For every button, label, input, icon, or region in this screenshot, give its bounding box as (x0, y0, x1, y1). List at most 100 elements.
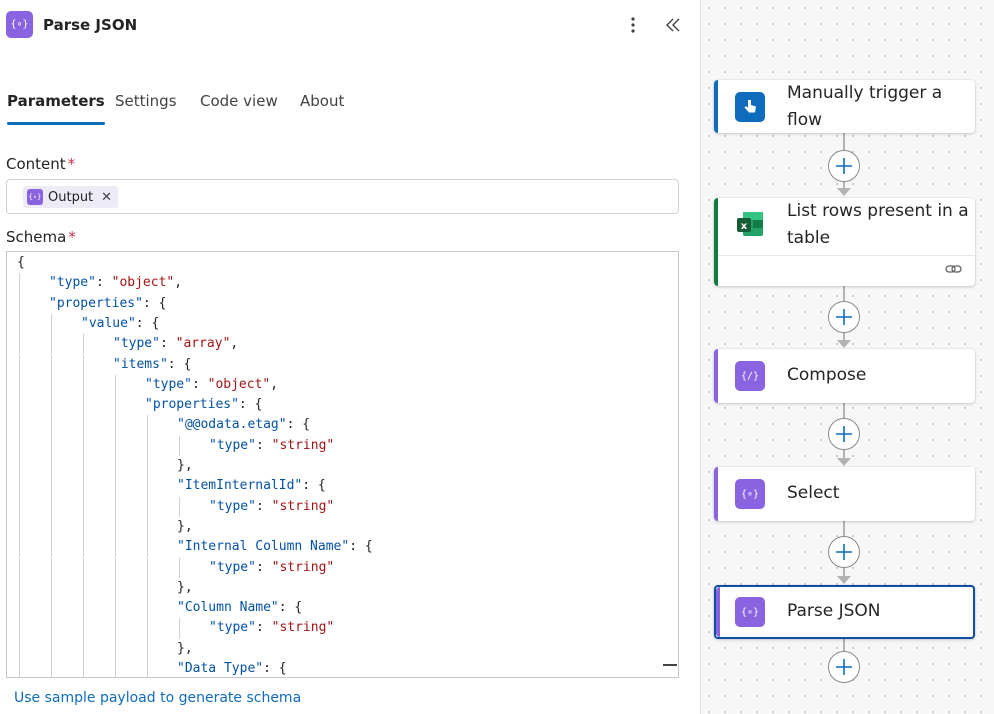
code-token: "type" (209, 559, 256, 575)
indent-guide (115, 456, 116, 477)
code-token: "type" (209, 498, 256, 514)
code-token: : { (349, 539, 373, 555)
indent-guide (115, 659, 116, 677)
indent-guide (115, 435, 116, 456)
code-token: }, (177, 579, 193, 595)
code-token: "properties" (145, 397, 239, 413)
collapse-panel-button[interactable] (660, 12, 686, 38)
indent-guide (51, 496, 52, 517)
add-step-button[interactable] (828, 301, 860, 333)
schema-editor[interactable]: {"type": "object", "properties": {"value"… (6, 251, 679, 678)
schema-code-line: "type": "object", (145, 375, 278, 395)
code-token: : (255, 437, 272, 453)
flow-step-parse-json[interactable]: {∘} Parse JSON (714, 585, 975, 639)
indent-guide (19, 354, 20, 375)
schema-code-line: "ItemInternalId": { (177, 476, 326, 496)
indent-guide (115, 476, 116, 497)
indent-guide (19, 313, 20, 335)
code-token: "type" (49, 275, 96, 291)
indent-guide (51, 415, 52, 436)
code-token: : { (278, 600, 303, 616)
link-icon[interactable] (945, 261, 963, 280)
schema-code-line: }, (177, 578, 193, 598)
connector-arrow (837, 458, 851, 466)
required-marker: * (68, 228, 76, 246)
flow-step-select[interactable]: {∘} Select (714, 467, 975, 521)
schema-label-text: Schema (6, 228, 67, 246)
flow-step-list-rows[interactable]: x List rows present in a table (714, 198, 975, 286)
panel-header: {∘} Parse JSON (0, 0, 700, 50)
indent-guide (115, 557, 116, 578)
indent-guide (51, 456, 52, 477)
indent-guide (51, 659, 52, 677)
content-input[interactable]: {∘} Output ✕ (6, 179, 679, 214)
step-accent-bar (714, 198, 718, 286)
indent-guide (115, 577, 116, 599)
code-token: : (255, 498, 272, 514)
indent-guide (51, 354, 52, 375)
indent-guide (19, 374, 20, 396)
token-label: Output (48, 189, 94, 205)
step-accent-bar (714, 467, 718, 521)
tab-parameters[interactable]: Parameters (7, 92, 105, 125)
indent-guide (19, 618, 20, 639)
code-token: "type" (145, 376, 192, 392)
add-step-button[interactable] (828, 651, 860, 683)
indent-guide (19, 598, 20, 619)
plus-icon (836, 426, 852, 442)
tab-settings[interactable]: Settings (115, 92, 177, 122)
required-marker: * (67, 155, 76, 173)
indent-guide (51, 313, 52, 335)
scrollbar-thumb[interactable] (663, 664, 677, 666)
schema-label: Schema * (6, 228, 76, 246)
curly-braces-icon: {∘} (735, 597, 765, 627)
indent-guide (147, 435, 148, 456)
indent-guide (51, 395, 52, 416)
indent-guide (83, 456, 84, 477)
flow-step-manual-trigger[interactable]: Manually trigger a flow (714, 80, 975, 133)
code-token: "items" (113, 356, 168, 372)
indent-guide (147, 456, 148, 477)
plus-icon (836, 659, 852, 675)
card-divider (718, 255, 975, 256)
indent-guide (115, 598, 116, 619)
excel-icon: x (735, 209, 765, 239)
output-token[interactable]: {∘} Output ✕ (23, 186, 119, 208)
indent-guide (19, 638, 20, 659)
code-token: : { (142, 295, 167, 311)
indent-guide (179, 496, 180, 517)
code-token: , (174, 275, 183, 291)
connector-arrow (837, 340, 851, 348)
add-step-button[interactable] (828, 536, 860, 568)
schema-code-line: "Column Name": { (177, 598, 302, 618)
flow-step-compose[interactable]: {∕} Compose (714, 349, 975, 403)
curly-braces-icon: {∘} (6, 11, 33, 38)
schema-code-line: "properties": { (49, 294, 166, 314)
indent-guide (51, 618, 52, 639)
step-title: Manually trigger a (787, 83, 943, 103)
indent-guide (51, 374, 52, 396)
indent-guide (19, 557, 20, 578)
tab-about[interactable]: About (300, 92, 344, 122)
svg-text:x: x (741, 221, 748, 232)
indent-guide (51, 537, 52, 558)
code-token: }, (177, 640, 193, 656)
code-token: "string" (271, 620, 335, 636)
step-title: Parse JSON (787, 601, 881, 621)
sample-payload-link[interactable]: Use sample payload to generate schema (14, 690, 301, 706)
code-token: "Data Type" (177, 661, 264, 676)
add-step-button[interactable] (828, 150, 860, 182)
step-title-line2: flow (787, 110, 823, 130)
step-title: Compose (787, 365, 867, 385)
content-label: Content * (6, 155, 75, 173)
more-options-button[interactable] (620, 12, 646, 38)
indent-guide (51, 476, 52, 497)
indent-guide (147, 618, 148, 639)
code-token: : { (263, 661, 287, 676)
tab-code-view[interactable]: Code view (200, 92, 278, 122)
connector-line (843, 639, 845, 651)
add-step-button[interactable] (828, 418, 860, 450)
remove-token-icon[interactable]: ✕ (101, 190, 112, 205)
schema-code-line: "type": "string" (209, 618, 334, 638)
code-token: "type" (113, 336, 160, 352)
